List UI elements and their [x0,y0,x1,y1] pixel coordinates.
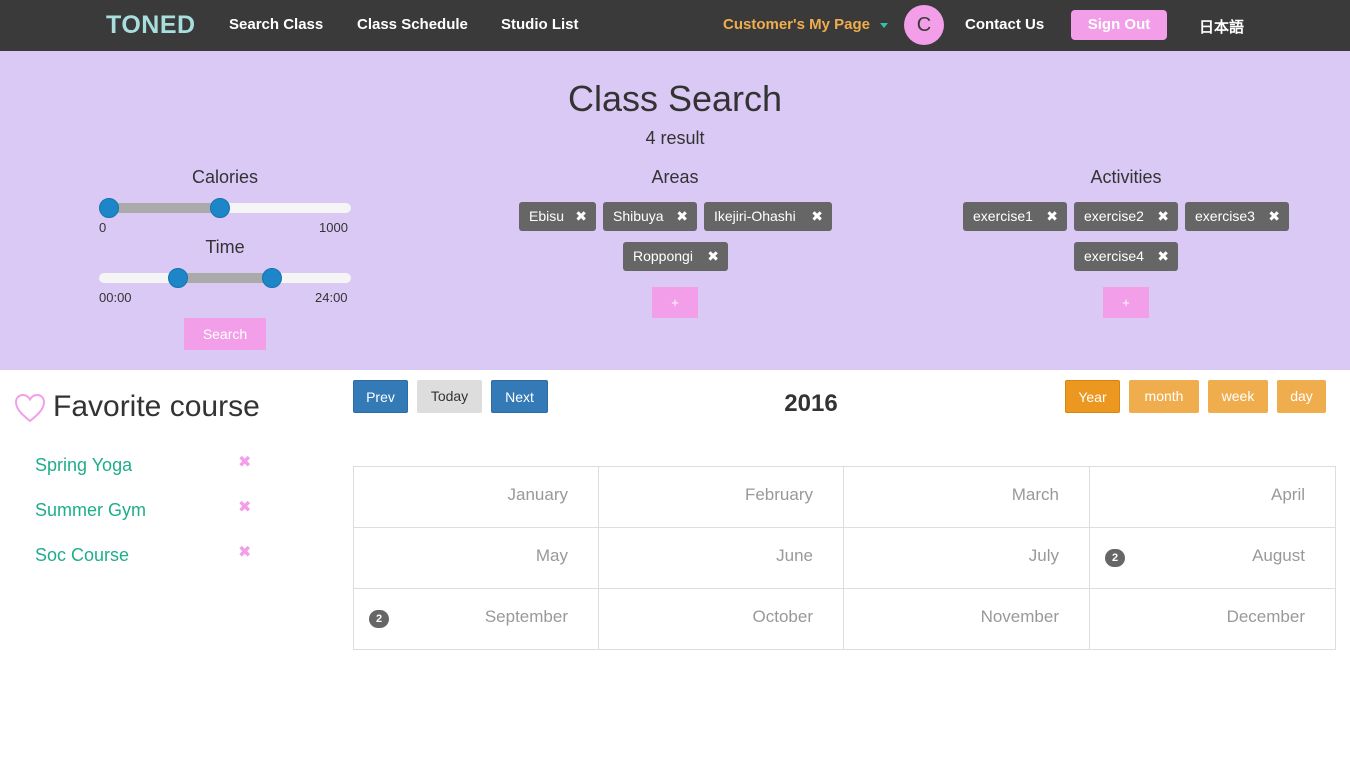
month-label: January [507,485,568,504]
view-day-button[interactable]: day [1277,380,1326,413]
time-slider-range [178,273,272,283]
month-cell-august[interactable]: 2 August [1090,528,1335,589]
month-cell-april[interactable]: April [1090,467,1335,528]
tag-label: exercise2 [1084,208,1144,224]
avatar[interactable]: C [904,5,944,45]
activity-tag-exercise4: exercise4 ✖ [1074,242,1178,271]
month-cell-december[interactable]: December [1090,589,1335,649]
add-area-button[interactable]: + [652,287,698,318]
month-label: December [1226,607,1305,626]
tag-label: exercise4 [1084,248,1144,264]
calendar-year: 2016 [784,390,838,417]
time-min-handle[interactable] [168,268,188,288]
tag-label: Ikejiri-Ohashi [714,208,796,224]
area-tag-shibuya: Shibuya ✖ [603,202,697,231]
month-label: July [1028,546,1059,565]
event-count-badge[interactable]: 2 [1105,549,1125,567]
activity-tag-exercise3: exercise3 ✖ [1185,202,1289,231]
nav-my-page[interactable]: Customer's My Page [723,16,870,33]
month-label: April [1270,485,1305,504]
time-max-handle[interactable] [262,268,282,288]
month-cell-january[interactable]: January [354,467,599,528]
view-year-button[interactable]: Year [1065,380,1120,413]
month-label: February [744,485,813,504]
tag-label: exercise3 [1195,208,1255,224]
time-label: Time [205,237,245,257]
result-count: 4 result [645,128,705,148]
calories-label: Calories [191,167,259,187]
month-label: May [535,546,568,565]
month-cell-november[interactable]: November [844,589,1090,649]
month-cell-may[interactable]: May [354,528,599,589]
time-min-label: 00:00 [99,290,132,305]
brand-logo[interactable]: TONED [106,11,196,40]
close-icon[interactable]: ✖ [1157,242,1169,271]
activity-tag-exercise2: exercise2 ✖ [1074,202,1178,231]
time-max-label: 24:00 [315,290,348,305]
month-label: October [752,607,813,626]
close-icon[interactable]: ✖ [575,202,587,231]
calories-min-handle[interactable] [99,198,119,218]
nav-studio-list[interactable]: Studio List [501,16,579,33]
month-cell-march[interactable]: March [844,467,1090,528]
close-icon[interactable]: ✖ [1157,202,1169,231]
view-month-button[interactable]: month [1129,380,1199,413]
area-tag-roppongi: Roppongi ✖ [623,242,728,271]
close-icon[interactable]: ✖ [1268,202,1280,231]
nav-contact-us[interactable]: Contact Us [965,16,1044,33]
close-icon[interactable]: ✖ [238,452,251,472]
month-label: November [980,607,1059,626]
favorite-item-spring-yoga[interactable]: Spring Yoga [35,455,132,476]
favorite-item-summer-gym[interactable]: Summer Gym [35,500,146,521]
month-cell-september[interactable]: 2 September [354,589,599,649]
top-navbar: TONED Search Class Class Schedule Studio… [0,0,1350,51]
month-cell-july[interactable]: July [844,528,1090,589]
close-icon[interactable]: ✖ [676,202,688,231]
month-cell-june[interactable]: June [599,528,844,589]
month-label: March [1011,485,1059,504]
calories-max-handle[interactable] [210,198,230,218]
prev-button[interactable]: Prev [353,380,408,413]
calories-min-label: 0 [99,220,107,235]
nav-class-schedule[interactable]: Class Schedule [357,16,468,33]
page-title: Class Search [567,78,783,119]
close-icon[interactable]: ✖ [1046,202,1058,231]
view-week-button[interactable]: week [1208,380,1268,413]
tag-label: exercise1 [973,208,1033,224]
calories-slider-range [109,203,220,213]
month-cell-february[interactable]: February [599,467,844,528]
sign-out-button[interactable]: Sign Out [1071,10,1167,40]
heart-icon [14,393,46,423]
year-calendar-grid: January February March April May June Ju… [353,466,1336,650]
month-label: June [776,546,813,565]
favorite-course-title: Favorite course [53,390,260,423]
month-label: August [1252,546,1305,565]
next-button[interactable]: Next [491,380,548,413]
today-button[interactable]: Today [417,380,482,413]
tag-label: Ebisu [529,208,565,224]
add-activity-button[interactable]: + [1103,287,1149,318]
favorite-item-soc-course[interactable]: Soc Course [35,545,129,566]
close-icon[interactable]: ✖ [238,497,251,517]
tag-label: Roppongi [633,248,693,264]
area-tag-ikejiri-ohashi: Ikejiri-Ohashi ✖ [704,202,832,231]
calories-max-label: 1000 [319,220,348,235]
month-cell-october[interactable]: October [599,589,844,649]
language-switch[interactable]: 日本語 [1199,16,1244,37]
close-icon[interactable]: ✖ [238,542,251,562]
area-tag-ebisu: Ebisu ✖ [519,202,596,231]
chevron-down-icon[interactable] [880,23,888,28]
close-icon[interactable]: ✖ [707,242,719,271]
tag-label: Shibuya [613,208,664,224]
close-icon[interactable]: ✖ [811,202,823,231]
month-label: September [484,607,568,626]
activity-tag-exercise1: exercise1 ✖ [963,202,1067,231]
areas-label: Areas [651,167,699,187]
event-count-badge[interactable]: 2 [369,610,389,628]
activities-label: Activities [1090,167,1162,187]
search-button[interactable]: Search [184,318,266,350]
nav-search-class[interactable]: Search Class [229,16,323,33]
